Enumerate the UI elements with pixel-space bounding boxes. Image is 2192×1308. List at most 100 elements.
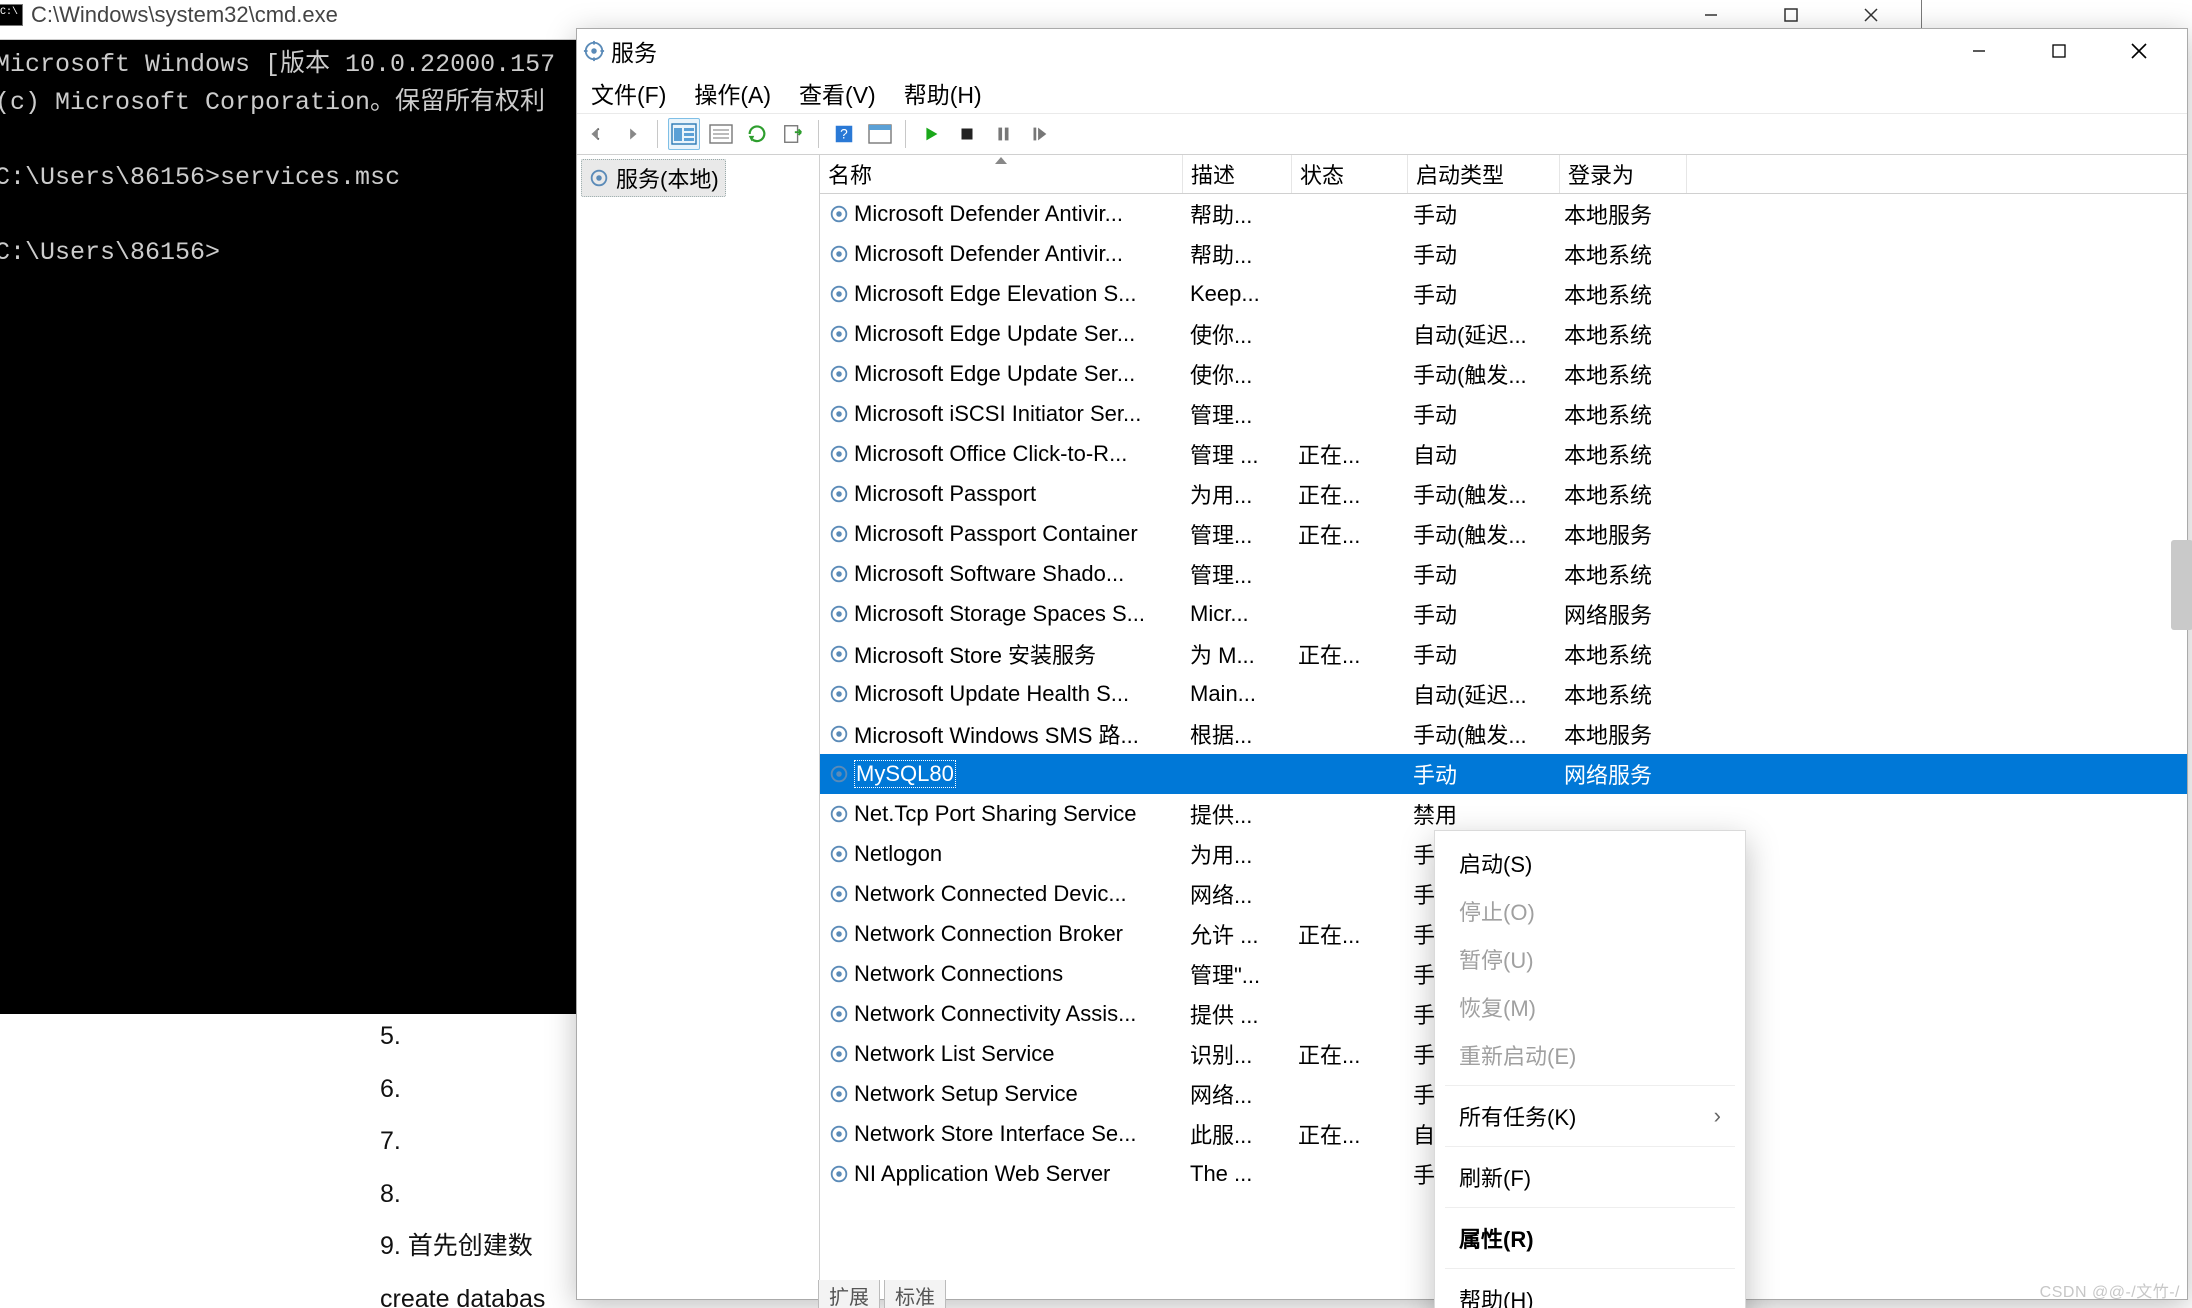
service-name: Microsoft Defender Antivir... xyxy=(854,201,1123,227)
ctx-all-tasks[interactable]: 所有任务(K) xyxy=(1435,1092,1745,1140)
toolbar-pause-button[interactable] xyxy=(988,119,1018,149)
ctx-help[interactable]: 帮助(H) xyxy=(1435,1275,1745,1308)
service-startup-type: 自动(延迟... xyxy=(1405,318,1556,350)
column-startup-type[interactable]: 启动类型 xyxy=(1408,155,1560,193)
services-toolbar: ? xyxy=(577,114,2187,155)
service-desc: 管理... xyxy=(1182,558,1290,590)
services-titlebar[interactable]: 服务 xyxy=(577,29,2187,73)
close-button[interactable] xyxy=(1851,0,1891,30)
toolbar-restart-button[interactable] xyxy=(1024,119,1054,149)
service-name: Microsoft Passport Container xyxy=(854,521,1138,547)
ctx-start[interactable]: 启动(S) xyxy=(1435,839,1745,887)
service-name: Network Store Interface Se... xyxy=(854,1121,1136,1147)
service-startup-type: 手动 xyxy=(1405,238,1556,270)
service-row[interactable]: Net.Tcp Port Sharing Service提供...禁用 xyxy=(820,794,2187,834)
column-status[interactable]: 状态 xyxy=(1292,155,1408,193)
ctx-label: 属性(R) xyxy=(1459,1222,1534,1254)
service-name: Microsoft Office Click-to-R... xyxy=(854,441,1127,467)
service-row[interactable]: Microsoft Defender Antivir...帮助...手动本地系统 xyxy=(820,234,2187,274)
minimize-button[interactable] xyxy=(1959,36,1999,66)
service-row[interactable]: Microsoft Edge Update Ser...使你...手动(触发..… xyxy=(820,354,2187,394)
service-row[interactable]: Microsoft iSCSI Initiator Ser...管理...手动本… xyxy=(820,394,2187,434)
column-label: 描述 xyxy=(1191,158,1235,190)
service-name: Microsoft Edge Update Ser... xyxy=(854,361,1135,387)
column-label: 名称 xyxy=(828,158,872,190)
tree-item-services-local[interactable]: 服务(本地) xyxy=(581,159,726,197)
service-name: Microsoft iSCSI Initiator Ser... xyxy=(854,401,1141,427)
column-name[interactable]: 名称 xyxy=(820,155,1183,193)
service-startup-type: 手动(触发... xyxy=(1405,358,1556,390)
services-window-controls xyxy=(1959,36,2187,66)
close-button[interactable] xyxy=(2119,36,2159,66)
minimize-button[interactable] xyxy=(1691,0,1731,30)
ctx-resume: 恢复(M) xyxy=(1435,983,1745,1031)
service-row[interactable]: Microsoft Windows SMS 路...根据...手动(触发...本… xyxy=(820,714,2187,754)
column-description[interactable]: 描述 xyxy=(1183,155,1292,193)
gear-icon xyxy=(828,1123,850,1145)
ctx-label: 停止(O) xyxy=(1459,895,1535,927)
services-title: 服务 xyxy=(583,34,657,68)
page-scrollbar-thumb[interactable] xyxy=(2171,540,2192,630)
service-row[interactable]: Microsoft Software Shado...管理...手动本地系统 xyxy=(820,554,2187,594)
service-desc: 网络... xyxy=(1182,878,1290,910)
service-startup-type: 自动 xyxy=(1405,438,1556,470)
menu-view[interactable]: 查看(V) xyxy=(799,76,876,110)
service-status: 正在... xyxy=(1290,918,1405,950)
services-tree[interactable]: 服务(本地) xyxy=(577,155,820,1299)
gear-icon xyxy=(828,523,850,545)
tree-item-label: 服务(本地) xyxy=(616,162,719,194)
service-logon-as: 本地系统 xyxy=(1556,318,1682,350)
cmd-title-text: C:\Windows\system32\cmd.exe xyxy=(31,2,338,28)
service-name: Net.Tcp Port Sharing Service xyxy=(854,801,1136,827)
toolbar-start-button[interactable] xyxy=(916,119,946,149)
toolbar-help-button[interactable]: ? xyxy=(829,119,859,149)
service-row[interactable]: MySQL80手动网络服务 xyxy=(820,754,2187,794)
toolbar-forward-button[interactable] xyxy=(617,119,647,149)
service-name: Microsoft Passport xyxy=(854,481,1036,507)
toolbar-export-button[interactable] xyxy=(778,119,808,149)
toolbar-show-hide-tree-button[interactable] xyxy=(668,118,700,150)
toolbar-preview-button[interactable] xyxy=(865,119,895,149)
menu-action[interactable]: 操作(A) xyxy=(694,76,771,110)
column-label: 启动类型 xyxy=(1416,158,1504,190)
service-row[interactable]: Microsoft Passport为用...正在...手动(触发...本地系统 xyxy=(820,474,2187,514)
menu-help[interactable]: 帮助(H) xyxy=(904,76,982,110)
service-startup-type: 手动 xyxy=(1405,398,1556,430)
doc-line: 6. xyxy=(380,1063,545,1116)
toolbar-stop-button[interactable] xyxy=(952,119,982,149)
service-row[interactable]: Microsoft Office Click-to-R...管理 ...正在..… xyxy=(820,434,2187,474)
menu-file[interactable]: 文件(F) xyxy=(591,76,666,110)
service-row[interactable]: Microsoft Edge Update Ser...使你...自动(延迟..… xyxy=(820,314,2187,354)
toolbar-refresh-button[interactable] xyxy=(742,119,772,149)
service-logon-as: 本地系统 xyxy=(1556,558,1682,590)
toolbar-back-button[interactable] xyxy=(581,119,611,149)
tab-extended[interactable]: 扩展 xyxy=(818,1280,880,1308)
ctx-label: 暂停(U) xyxy=(1459,943,1534,975)
maximize-button[interactable] xyxy=(2039,36,2079,66)
service-name: Network Connected Devic... xyxy=(854,881,1127,907)
services-body: 服务(本地) 名称 描述 状态 启动类型 登录为 Microsoft Defen… xyxy=(577,155,2187,1299)
ctx-refresh[interactable]: 刷新(F) xyxy=(1435,1153,1745,1201)
tab-standard[interactable]: 标准 xyxy=(884,1280,946,1308)
service-row[interactable]: Microsoft Storage Spaces S...Micr...手动网络… xyxy=(820,594,2187,634)
service-status: 正在... xyxy=(1290,438,1405,470)
service-row[interactable]: Microsoft Update Health S...Main...自动(延迟… xyxy=(820,674,2187,714)
ctx-label: 恢复(M) xyxy=(1459,991,1536,1023)
maximize-button[interactable] xyxy=(1771,0,1811,30)
service-startup-type: 手动 xyxy=(1405,758,1556,790)
service-startup-type: 手动 xyxy=(1405,558,1556,590)
toolbar-properties-button[interactable] xyxy=(706,119,736,149)
service-row[interactable]: Microsoft Passport Container管理...正在...手动… xyxy=(820,514,2187,554)
service-name: Network Connectivity Assis... xyxy=(854,1001,1136,1027)
service-row[interactable]: Microsoft Edge Elevation S...Keep...手动本地… xyxy=(820,274,2187,314)
cmd-window-controls xyxy=(1691,0,1921,30)
service-row[interactable]: Microsoft Store 安装服务为 M...正在...手动本地系统 xyxy=(820,634,2187,674)
services-app-icon xyxy=(583,40,605,62)
gear-icon xyxy=(588,167,610,189)
gear-icon xyxy=(828,1083,850,1105)
column-logon-as[interactable]: 登录为 xyxy=(1560,155,1687,193)
ctx-properties[interactable]: 属性(R) xyxy=(1435,1214,1745,1262)
service-row[interactable]: Microsoft Defender Antivir...帮助...手动本地服务 xyxy=(820,194,2187,234)
service-desc: Keep... xyxy=(1182,281,1290,307)
service-name: Microsoft Store 安装服务 xyxy=(854,638,1096,670)
